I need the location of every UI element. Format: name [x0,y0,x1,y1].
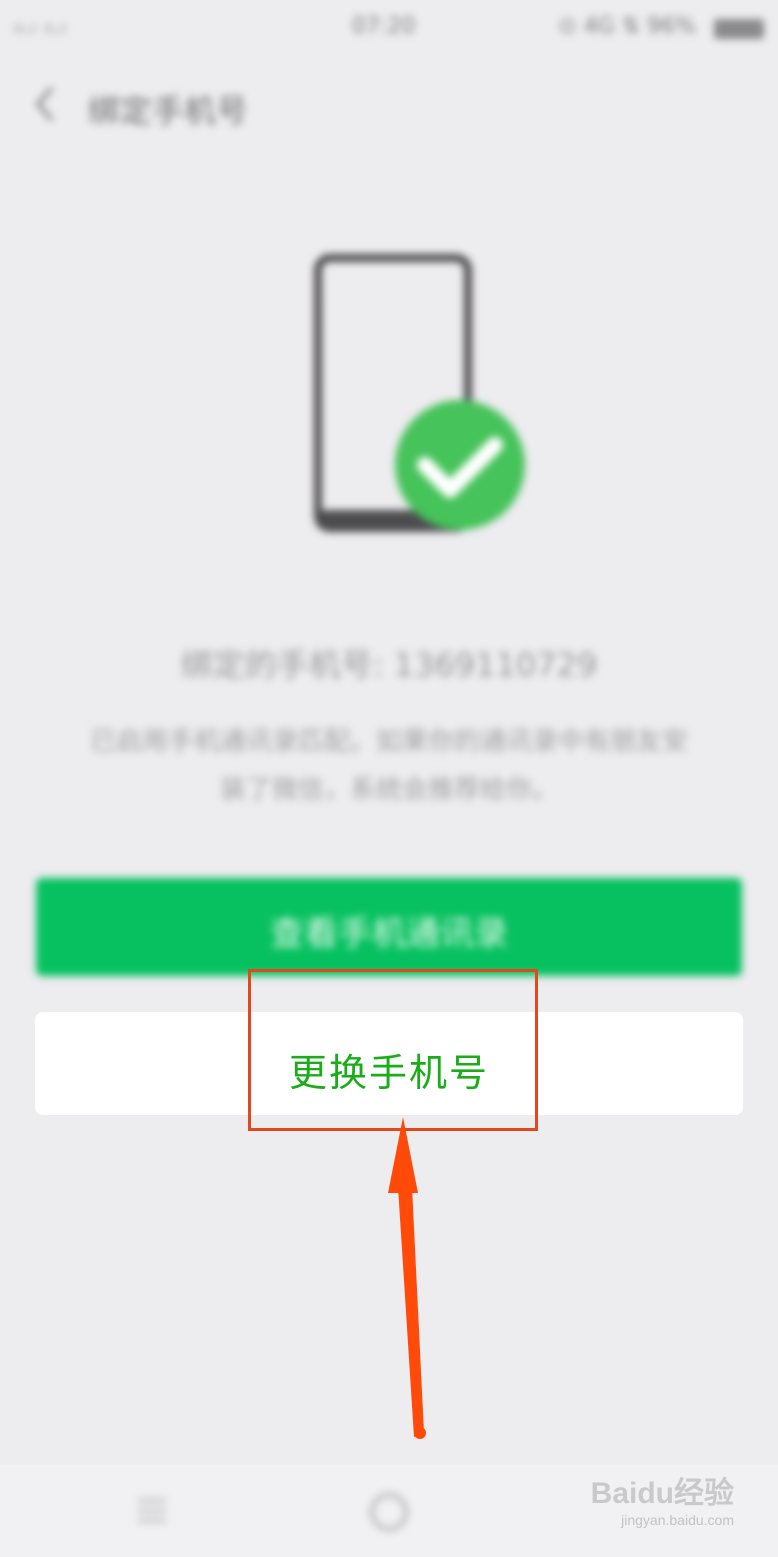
baidu-jingyan-watermark: Baidu经验 jingyan.baidu.com [584,1468,734,1548]
contacts-description: 已启用手机通讯录匹配。如果你的通讯录中有朋友安 装了微信，系统会推荐给你。 [40,718,738,814]
status-time: 07:20 [352,14,416,39]
view-contacts-label: 查看手机通讯录 [270,914,508,954]
annotation-arrow-icon [388,1117,426,1439]
view-contacts-button[interactable]: 查看手机通讯录 [36,878,742,976]
nav-bar: 绑定手机号 [0,64,778,144]
battery-icon [714,19,764,39]
watermark-url: jingyan.baidu.com [621,1512,734,1528]
status-bar: ᵢₗ.ₗ ᵢₗ.ₗ 07:20 ⊙ 4G ⇅ 96% [0,0,778,56]
description-line-2: 装了微信，系统会推荐给你。 [219,775,558,805]
signal-indicator: ᵢₗ.ₗ ᵢₗ.ₗ [14,14,67,39]
status-right-info: ⊙ 4G ⇅ 96% [558,14,696,39]
description-line-1: 已启用手机通讯录匹配。如果你的通讯录中有朋友安 [89,727,688,757]
page-title: 绑定手机号 [88,92,249,130]
back-arrow-icon[interactable] [30,84,60,124]
paw-icon: du [637,1477,674,1510]
annotation-highlight-box [248,969,538,1131]
bound-phone-number: 绑定的手机号: 1369110729 [180,646,598,684]
watermark-logo: Baidu经验 [590,1477,734,1510]
home-icon[interactable] [366,1489,412,1535]
menu-icon[interactable] [134,1493,170,1529]
phone-verified-icon [314,254,525,532]
